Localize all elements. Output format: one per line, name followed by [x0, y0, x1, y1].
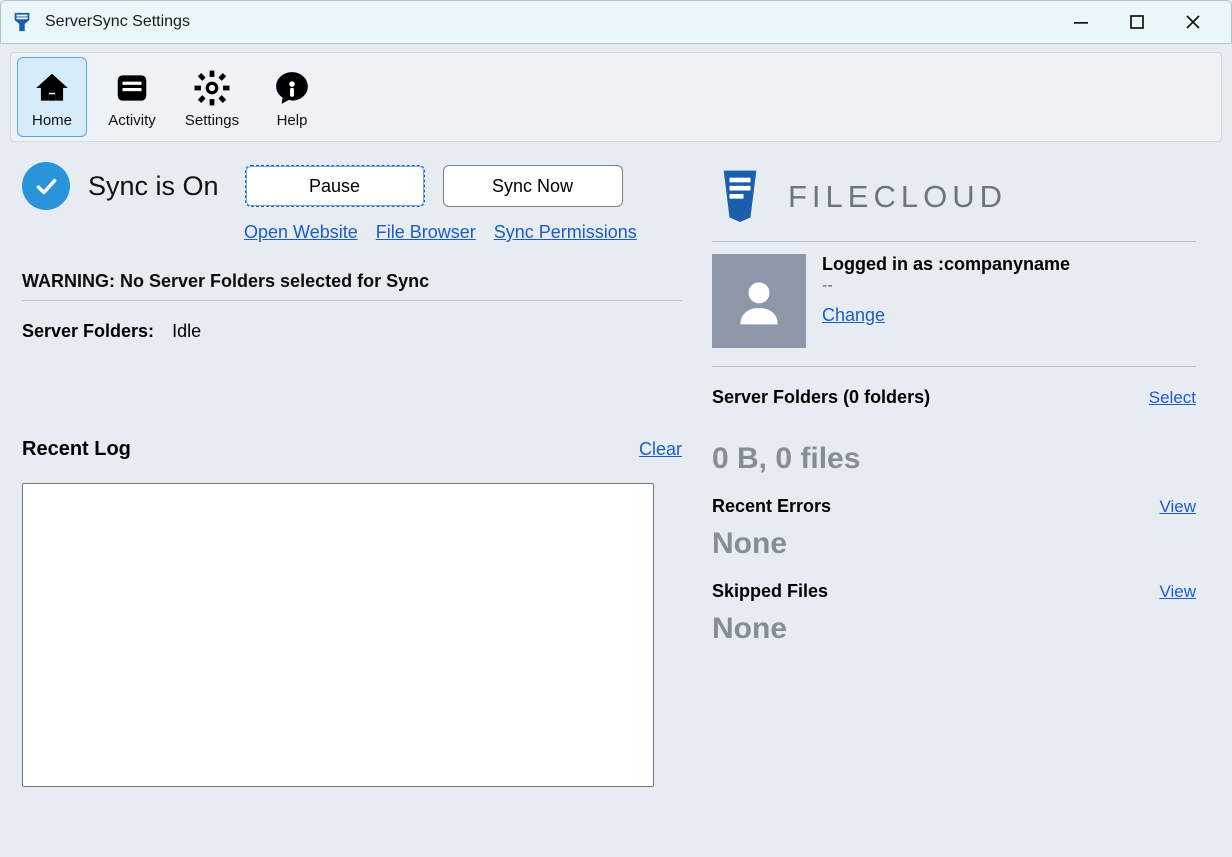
gear-icon [192, 68, 232, 108]
sync-status-icon [22, 162, 70, 210]
divider [22, 300, 682, 301]
tab-activity[interactable]: Activity [97, 57, 167, 137]
toolbar: Home Activity Settings Help [10, 52, 1222, 142]
recent-errors-label: Recent Errors [712, 496, 831, 517]
filecloud-logo-icon [712, 166, 768, 227]
logged-in-line: Logged in as :companyname [822, 254, 1070, 275]
server-folders-header: Server Folders (0 folders) [712, 387, 930, 408]
warning-text: WARNING: No Server Folders selected for … [22, 271, 682, 292]
divider [712, 366, 1196, 367]
titlebar: ServerSync Settings [0, 0, 1232, 44]
account-subline: -- [822, 277, 1070, 295]
divider [712, 241, 1196, 242]
close-button[interactable] [1179, 8, 1207, 36]
tab-home[interactable]: Home [17, 57, 87, 137]
change-account-link[interactable]: Change [822, 305, 885, 326]
sync-permissions-link[interactable]: Sync Permissions [494, 222, 637, 243]
left-panel: Sync is On Pause Sync Now Open Website F… [22, 162, 682, 787]
help-icon [272, 68, 312, 108]
sync-now-button[interactable]: Sync Now [443, 165, 623, 207]
storage-summary: 0 B, 0 files [712, 442, 1196, 476]
view-skipped-link[interactable]: View [1159, 582, 1196, 602]
logged-in-prefix: Logged in as : [822, 254, 944, 274]
tab-label: Settings [185, 112, 239, 129]
tab-label: Home [32, 112, 72, 129]
right-panel: FILECLOUD Logged in as :companyname -- C… [712, 162, 1196, 787]
maximize-button[interactable] [1123, 8, 1151, 36]
sync-links: Open Website File Browser Sync Permissio… [244, 222, 682, 243]
skipped-files-value: None [712, 612, 1196, 646]
file-browser-link[interactable]: File Browser [376, 222, 476, 243]
skipped-files-label: Skipped Files [712, 581, 828, 602]
server-folders-value: Idle [172, 321, 201, 342]
clear-log-link[interactable]: Clear [639, 439, 682, 460]
open-website-link[interactable]: Open Website [244, 222, 358, 243]
sync-status-text: Sync is On [88, 171, 219, 202]
home-icon [32, 68, 72, 108]
tab-help[interactable]: Help [257, 57, 327, 137]
app-icon [11, 11, 33, 33]
recent-errors-value: None [712, 527, 1196, 561]
avatar [712, 254, 806, 348]
server-folders-label: Server Folders: [22, 321, 154, 342]
recent-log-title: Recent Log [22, 438, 639, 461]
recent-log-box[interactable] [22, 483, 654, 787]
pause-button[interactable]: Pause [245, 165, 425, 207]
activity-icon [112, 68, 152, 108]
window-title: ServerSync Settings [45, 13, 1067, 31]
tab-settings[interactable]: Settings [177, 57, 247, 137]
logged-in-username: companyname [944, 254, 1070, 274]
window-buttons [1067, 8, 1207, 36]
select-folders-link[interactable]: Select [1149, 388, 1196, 408]
minimize-button[interactable] [1067, 8, 1095, 36]
tab-label: Help [277, 112, 308, 129]
view-errors-link[interactable]: View [1159, 497, 1196, 517]
tab-label: Activity [108, 112, 156, 129]
server-folders-status: Server Folders: Idle [22, 321, 682, 342]
brand-name: FILECLOUD [788, 179, 1007, 215]
